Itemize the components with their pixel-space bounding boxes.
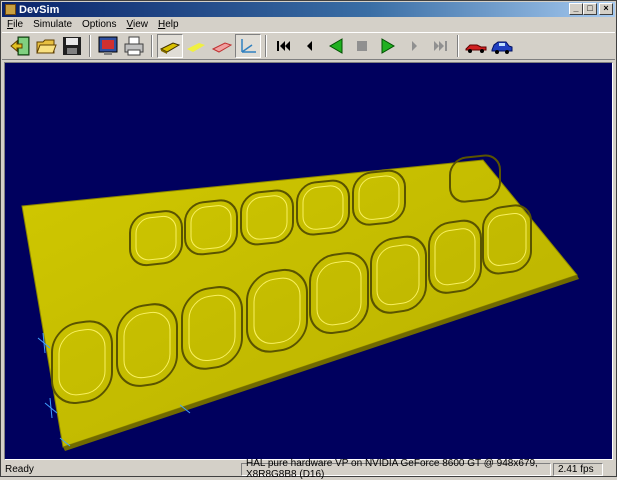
resize-grip[interactable] bbox=[603, 463, 615, 475]
title-bar[interactable]: DevSim _ □ × bbox=[2, 2, 615, 17]
stop-button[interactable] bbox=[349, 34, 375, 58]
toolbar bbox=[2, 32, 615, 60]
rewind-icon bbox=[277, 41, 290, 51]
axes-icon bbox=[241, 39, 256, 53]
solid-view-button[interactable] bbox=[157, 34, 183, 58]
menu-options[interactable]: Options bbox=[77, 19, 121, 30]
renderer-info: HAL pure hardware VP on NVIDIA GeForce 8… bbox=[241, 458, 551, 480]
fast-forward-button[interactable] bbox=[427, 34, 453, 58]
minimize-button[interactable]: _ bbox=[569, 3, 583, 15]
monitor-icon bbox=[98, 36, 118, 55]
menu-simulate[interactable]: Simulate bbox=[28, 19, 77, 30]
status-text: Ready bbox=[5, 463, 34, 475]
app-icon bbox=[5, 4, 16, 15]
race-car-icon bbox=[465, 44, 487, 53]
play-reverse-button[interactable] bbox=[323, 34, 349, 58]
maximize-button[interactable]: □ bbox=[583, 3, 597, 15]
flat-part-icon bbox=[187, 43, 205, 52]
play-button[interactable] bbox=[375, 34, 401, 58]
print-button[interactable] bbox=[121, 34, 147, 58]
flat-view-button[interactable] bbox=[183, 34, 209, 58]
toolbar-separator bbox=[457, 35, 459, 57]
play-icon bbox=[381, 38, 395, 54]
wire-view-button[interactable] bbox=[209, 34, 235, 58]
exit-icon bbox=[10, 36, 30, 56]
car-button[interactable] bbox=[489, 34, 515, 58]
open-button[interactable] bbox=[33, 34, 59, 58]
solid-part-icon bbox=[159, 42, 181, 54]
fast-forward-icon bbox=[434, 41, 447, 51]
window-controls: _ □ × bbox=[569, 3, 613, 15]
play-reverse-icon bbox=[329, 38, 343, 54]
menu-help[interactable]: Help bbox=[153, 19, 184, 30]
rewind-button[interactable] bbox=[271, 34, 297, 58]
printer-icon bbox=[124, 36, 144, 56]
app-window: DevSim _ □ × File Simulate Options View … bbox=[0, 0, 617, 480]
fps-counter: 2.41 fps bbox=[553, 462, 603, 476]
window-title: DevSim bbox=[19, 3, 60, 16]
menu-bar: File Simulate Options View Help bbox=[2, 17, 615, 31]
save-disk-icon bbox=[63, 37, 81, 55]
step-back-icon bbox=[307, 41, 312, 51]
stop-icon bbox=[357, 41, 367, 51]
close-button[interactable]: × bbox=[599, 3, 613, 15]
monitor-button[interactable] bbox=[95, 34, 121, 58]
save-button[interactable] bbox=[59, 34, 85, 58]
axes-button[interactable] bbox=[235, 34, 261, 58]
toolbar-separator bbox=[89, 35, 91, 57]
exit-button[interactable] bbox=[7, 34, 33, 58]
toolbar-separator bbox=[151, 35, 153, 57]
toolbar-separator bbox=[265, 35, 267, 57]
3d-viewport[interactable] bbox=[4, 62, 613, 460]
car-icon bbox=[491, 41, 513, 54]
open-folder-icon bbox=[36, 39, 57, 54]
wire-part-icon bbox=[211, 42, 233, 53]
step-forward-icon bbox=[412, 41, 417, 51]
simulation-scene bbox=[21, 154, 579, 451]
race-car-button[interactable] bbox=[463, 34, 489, 58]
step-forward-button[interactable] bbox=[401, 34, 427, 58]
menu-view[interactable]: View bbox=[122, 19, 154, 30]
menu-file[interactable]: File bbox=[2, 19, 28, 30]
status-bar: Ready HAL pure hardware VP on NVIDIA GeF… bbox=[2, 458, 615, 480]
step-back-button[interactable] bbox=[297, 34, 323, 58]
